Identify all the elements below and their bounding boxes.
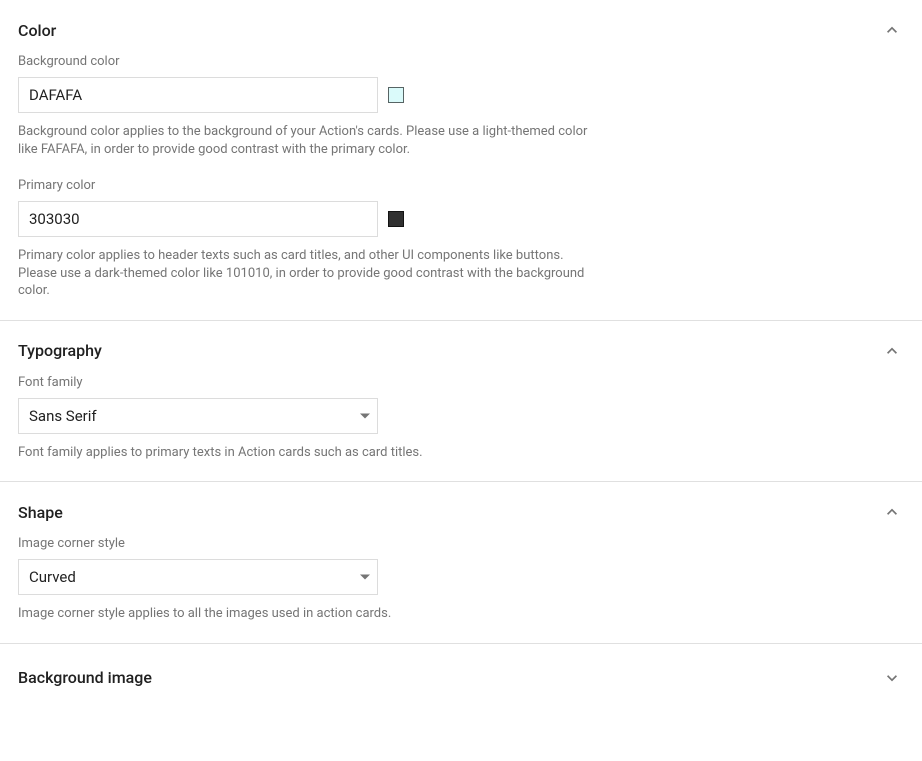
- help-background-color: Background color applies to the backgrou…: [18, 123, 593, 158]
- chevron-down-icon: [880, 666, 904, 690]
- chevron-up-icon: [880, 500, 904, 524]
- section-background-image-header[interactable]: Background image: [18, 666, 904, 690]
- background-color-swatch[interactable]: [388, 87, 404, 103]
- section-shape-body: Image corner style Curved Image corner s…: [18, 536, 904, 623]
- help-primary-color: Primary color applies to header texts su…: [18, 247, 593, 300]
- label-background-color: Background color: [18, 54, 904, 69]
- section-color: Color Background color Background color …: [0, 0, 922, 321]
- help-font-family: Font family applies to primary texts in …: [18, 444, 593, 462]
- section-color-header[interactable]: Color: [18, 18, 904, 42]
- chevron-up-icon: [880, 18, 904, 42]
- font-family-select[interactable]: Sans Serif: [18, 398, 378, 434]
- font-family-select-value: Sans Serif: [18, 398, 378, 434]
- section-color-body: Background color Background color applie…: [18, 54, 904, 300]
- label-corner-style: Image corner style: [18, 536, 904, 551]
- primary-color-swatch[interactable]: [388, 211, 404, 227]
- section-shape-header[interactable]: Shape: [18, 500, 904, 524]
- row-primary-color: [18, 201, 904, 237]
- field-corner-style: Image corner style Curved Image corner s…: [18, 536, 904, 623]
- field-background-color: Background color Background color applie…: [18, 54, 904, 158]
- field-primary-color: Primary color Primary color applies to h…: [18, 178, 904, 300]
- primary-color-input[interactable]: [18, 201, 378, 237]
- section-typography-header[interactable]: Typography: [18, 339, 904, 363]
- label-primary-color: Primary color: [18, 178, 904, 193]
- background-color-input[interactable]: [18, 77, 378, 113]
- help-corner-style: Image corner style applies to all the im…: [18, 605, 593, 623]
- section-background-image: Background image: [0, 644, 922, 710]
- label-font-family: Font family: [18, 375, 904, 390]
- corner-style-select[interactable]: Curved: [18, 559, 378, 595]
- chevron-up-icon: [880, 339, 904, 363]
- section-shape-title: Shape: [18, 503, 63, 522]
- section-typography-body: Font family Sans Serif Font family appli…: [18, 375, 904, 462]
- corner-style-select-value: Curved: [18, 559, 378, 595]
- section-shape: Shape Image corner style Curved Image co…: [0, 482, 922, 644]
- section-typography: Typography Font family Sans Serif Font f…: [0, 321, 922, 483]
- row-background-color: [18, 77, 904, 113]
- section-background-image-title: Background image: [18, 668, 152, 687]
- section-typography-title: Typography: [18, 341, 102, 360]
- field-font-family: Font family Sans Serif Font family appli…: [18, 375, 904, 462]
- section-color-title: Color: [18, 21, 56, 40]
